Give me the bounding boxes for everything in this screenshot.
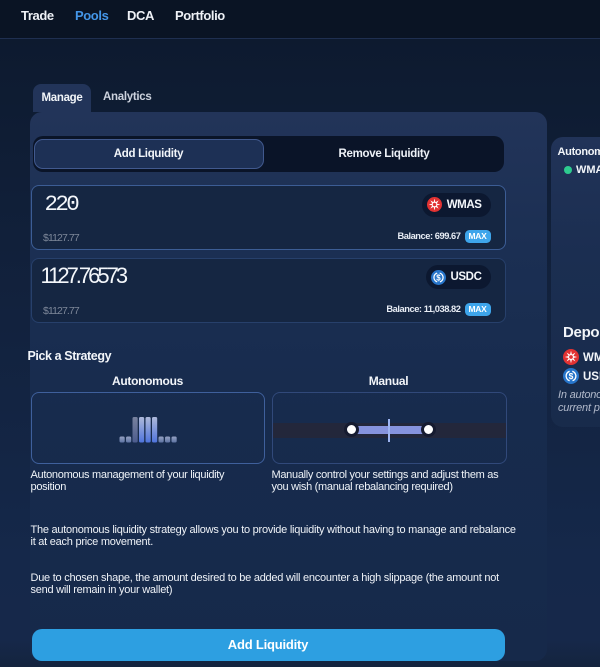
svg-text:$: $: [436, 273, 441, 282]
svg-text:$: $: [568, 371, 573, 381]
